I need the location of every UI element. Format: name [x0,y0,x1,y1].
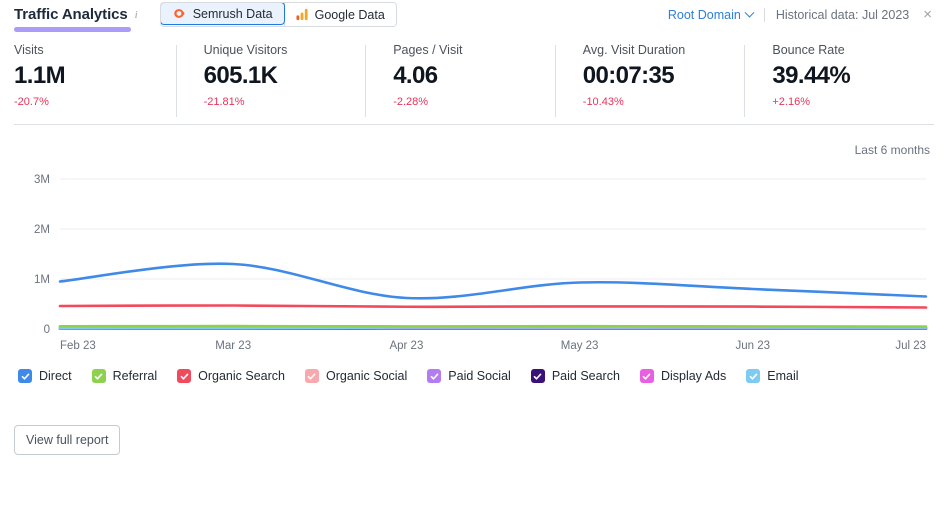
metric-card-pages-per-visit: Pages / Visit 4.06 -2.28% [365,43,555,108]
metric-delta: +2.16% [772,96,934,108]
tab-google-label: Google Data [315,8,385,22]
x-axis-tick-label: Jul 23 [895,340,926,352]
legend-item-display-ads[interactable]: Display Ads [640,369,726,383]
tab-semrush-data[interactable]: Semrush Data [160,2,285,25]
root-domain-selector[interactable]: Root Domain [668,8,753,22]
page-title-wrap: Traffic Analytics i [14,6,138,23]
tab-google-data[interactable]: Google Data [285,3,396,26]
metric-label: Bounce Rate [772,43,934,57]
metric-delta: -21.81% [204,96,366,108]
legend-checkbox-icon[interactable] [305,369,319,383]
legend-label: Organic Social [326,369,407,383]
metric-label: Pages / Visit [393,43,555,57]
y-axis-tick-label: 0 [44,324,50,336]
chart-line-organic-search [60,305,926,307]
traffic-line-chart: 3M 2M 1M 0 Feb 23 Mar 23 Apr 23 May 23 Jun 23 Jul… [14,161,934,357]
legend-item-paid-social[interactable]: Paid Social [427,369,511,383]
legend-label: Paid Search [552,369,620,383]
legend-checkbox-icon[interactable] [177,369,191,383]
title-underline [14,27,131,32]
data-source-tabs: Semrush Data Google Data [160,2,397,27]
legend-checkbox-icon[interactable] [18,369,32,383]
legend-label: Organic Search [198,369,285,383]
metric-card-unique-visitors: Unique Visitors 605.1K -21.81% [176,43,366,108]
header-divider [764,8,765,22]
y-axis-tick-label: 1M [34,274,50,286]
legend-item-organic-search[interactable]: Organic Search [177,369,285,383]
semrush-logo-icon [172,7,187,20]
legend-item-direct[interactable]: Direct [18,369,72,383]
metric-label: Visits [14,43,176,57]
google-analytics-bars-icon [296,8,309,21]
legend-checkbox-icon[interactable] [92,369,106,383]
page-title: Traffic Analytics [14,6,128,23]
metric-delta: -10.43% [583,96,745,108]
legend-label: Email [767,369,798,383]
legend-item-paid-search[interactable]: Paid Search [531,369,620,383]
x-axis-tick-label: May 23 [561,340,599,352]
historical-data-label: Historical data: Jul 2023 [776,8,909,22]
legend-label: Referral [113,369,157,383]
chart-range-label: Last 6 months [14,125,934,157]
legend-label: Direct [39,369,72,383]
header-bar: Traffic Analytics i Semrush Data [0,0,948,29]
chart-legend: Direct Referral Organic Search Organic Soci… [18,369,934,383]
info-icon[interactable]: i [135,9,138,21]
legend-item-organic-social[interactable]: Organic Social [305,369,407,383]
legend-checkbox-icon[interactable] [427,369,441,383]
tab-semrush-label: Semrush Data [193,7,273,21]
x-axis-tick-label: Mar 23 [215,340,251,352]
chart-line-referral [60,326,926,327]
metric-delta: -20.7% [14,96,176,108]
metric-value: 4.06 [393,62,555,90]
y-axis-tick-label: 3M [34,174,50,186]
legend-checkbox-icon[interactable] [531,369,545,383]
metric-value: 1.1M [14,62,176,90]
legend-item-email[interactable]: Email [746,369,798,383]
metric-value: 00:07:35 [583,62,745,90]
legend-checkbox-icon[interactable] [746,369,760,383]
view-full-report-button[interactable]: View full report [14,425,120,455]
legend-checkbox-icon[interactable] [640,369,654,383]
chart-area[interactable]: 3M 2M 1M 0 Feb 23 Mar 23 Apr 23 May 23 Jun 23 Jul… [14,161,934,357]
x-axis-tick-label: Apr 23 [389,340,423,352]
metric-label: Unique Visitors [204,43,366,57]
metric-card-visits: Visits 1.1M -20.7% [14,43,176,108]
legend-label: Display Ads [661,369,726,383]
metric-value: 39.44% [772,62,934,90]
y-axis-tick-label: 2M [34,224,50,236]
traffic-chart-panel: Last 6 months 3M 2M 1M 0 Feb 23 Mar 23 Apr 23 M… [14,125,934,383]
root-domain-label: Root Domain [668,8,741,22]
metric-label: Avg. Visit Duration [583,43,745,57]
chart-line-direct [60,264,926,299]
metric-card-avg-visit-duration: Avg. Visit Duration 00:07:35 -10.43% [555,43,745,108]
x-axis-tick-label: Feb 23 [60,340,96,352]
metrics-row: Visits 1.1M -20.7% Unique Visitors 605.1… [14,43,934,125]
legend-item-referral[interactable]: Referral [92,369,157,383]
metric-delta: -2.28% [393,96,555,108]
close-icon[interactable]: × [923,7,932,22]
footer-bar: View full report [14,425,948,455]
header-right-controls: Root Domain Historical data: Jul 2023 × [668,7,934,22]
legend-label: Paid Social [448,369,511,383]
x-axis-tick-label: Jun 23 [736,340,771,352]
metric-value: 605.1K [204,62,366,90]
metric-card-bounce-rate: Bounce Rate 39.44% +2.16% [744,43,934,108]
chevron-down-icon [744,7,754,17]
